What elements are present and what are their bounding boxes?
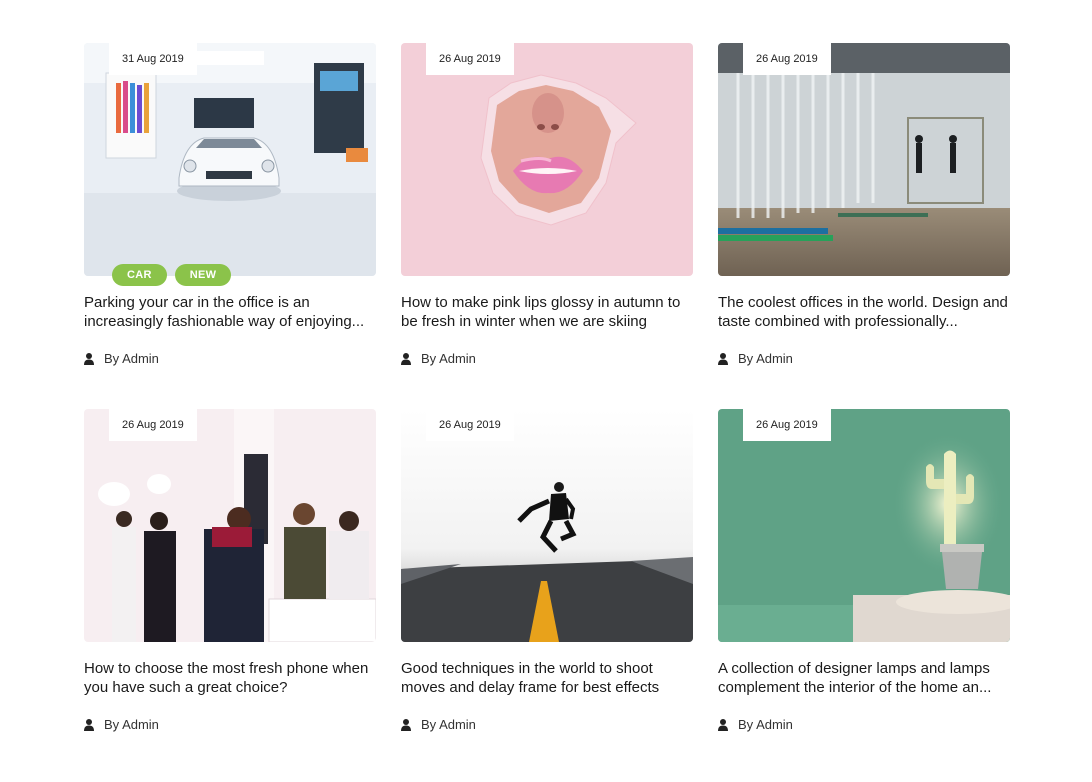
post-author[interactable]: By Admin [738, 351, 793, 366]
user-icon [401, 718, 411, 731]
post-title[interactable]: A collection of designer lamps and lamps… [718, 660, 1010, 697]
post-title[interactable]: Parking your car in the office is an inc… [84, 294, 376, 331]
post-title[interactable]: How to make pink lips glossy in autumn t… [401, 294, 693, 331]
post-card: 26 Aug 2019 Good techniques in the world… [401, 409, 693, 775]
blog-grid: 31 Aug 2019 CAR NEW Parking your car in … [84, 43, 1010, 775]
post-date: 26 Aug 2019 [109, 409, 197, 441]
post-card: 31 Aug 2019 CAR NEW Parking your car in … [84, 43, 376, 409]
post-card: 26 Aug 2019 How to make pink lips glossy… [401, 43, 693, 409]
post-meta: By Admin [84, 351, 376, 366]
tag-car[interactable]: CAR [112, 264, 167, 286]
post-date: 26 Aug 2019 [426, 43, 514, 75]
tag-list: CAR NEW [112, 264, 232, 286]
post-card: 26 Aug 2019 The coolest offices in the w… [718, 43, 1010, 409]
office-interior-image [718, 43, 1010, 276]
store-shoppers-image [84, 409, 376, 642]
post-meta: By Admin [718, 351, 1010, 366]
post-title[interactable]: The coolest offices in the world. Design… [718, 294, 1010, 331]
jumping-man-road-image [401, 409, 693, 642]
post-author[interactable]: By Admin [421, 717, 476, 732]
post-thumbnail[interactable]: 31 Aug 2019 [84, 43, 376, 276]
tag-new[interactable]: NEW [174, 264, 232, 286]
post-meta: By Admin [718, 717, 1010, 732]
user-icon [718, 718, 728, 731]
post-thumbnail[interactable]: 26 Aug 2019 [401, 43, 693, 276]
pink-lips-image [401, 43, 693, 276]
post-thumbnail[interactable]: 26 Aug 2019 [718, 43, 1010, 276]
post-title[interactable]: How to choose the most fresh phone when … [84, 660, 376, 697]
cactus-lamp-image [718, 409, 1010, 642]
post-author[interactable]: By Admin [104, 351, 159, 366]
post-author[interactable]: By Admin [421, 351, 476, 366]
post-author[interactable]: By Admin [104, 717, 159, 732]
post-thumbnail[interactable]: 26 Aug 2019 [401, 409, 693, 642]
post-date: 31 Aug 2019 [109, 43, 197, 75]
post-card: 26 Aug 2019 How to choose the most fresh… [84, 409, 376, 775]
user-icon [718, 352, 728, 365]
post-thumbnail[interactable]: 26 Aug 2019 [84, 409, 376, 642]
post-card: 26 Aug 2019 A collection of designer lam… [718, 409, 1010, 775]
car-showroom-image [84, 43, 376, 276]
post-author[interactable]: By Admin [738, 717, 793, 732]
post-title[interactable]: Good techniques in the world to shoot mo… [401, 660, 693, 697]
post-date: 26 Aug 2019 [743, 43, 831, 75]
post-meta: By Admin [84, 717, 376, 732]
post-meta: By Admin [401, 717, 693, 732]
post-thumbnail[interactable]: 26 Aug 2019 [718, 409, 1010, 642]
user-icon [401, 352, 411, 365]
user-icon [84, 352, 94, 365]
post-date: 26 Aug 2019 [426, 409, 514, 441]
user-icon [84, 718, 94, 731]
post-meta: By Admin [401, 351, 693, 366]
post-date: 26 Aug 2019 [743, 409, 831, 441]
